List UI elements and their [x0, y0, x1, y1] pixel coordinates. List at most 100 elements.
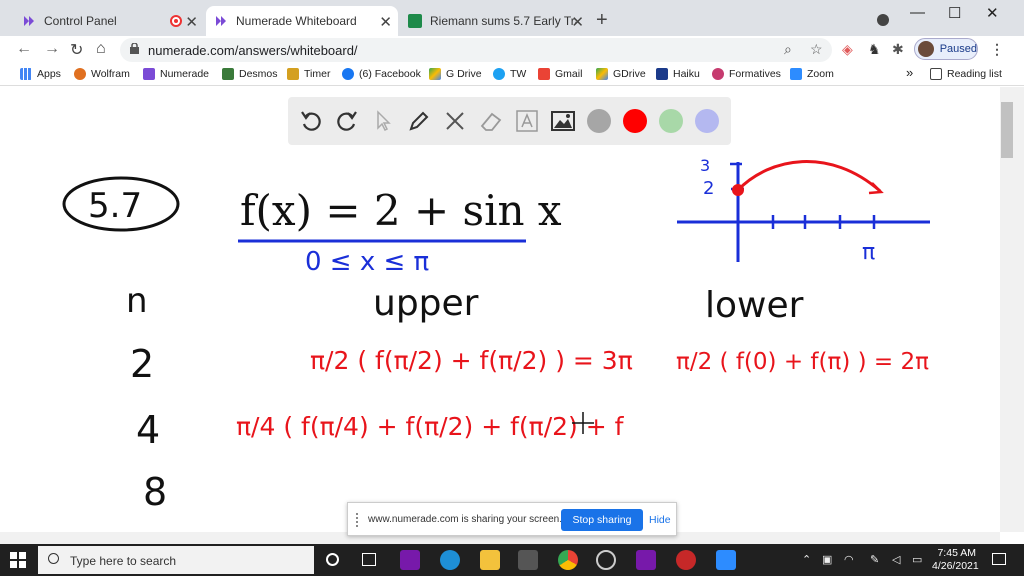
- numerade-logo-icon: [214, 14, 228, 28]
- row-n-value: 8: [143, 470, 167, 514]
- desmos-icon: [222, 68, 234, 80]
- home-icon[interactable]: ⌂: [96, 40, 106, 58]
- maximize-button[interactable]: ☐: [948, 4, 961, 22]
- onenote-icon[interactable]: [400, 550, 420, 570]
- onenote-icon[interactable]: [636, 550, 656, 570]
- search-icon: [48, 553, 59, 564]
- bookmarks-more-button[interactable]: »: [906, 65, 913, 80]
- tab-bar: Control Panel ✕ Numerade Whiteboard ✕ Ri…: [0, 0, 1024, 36]
- cortana-icon[interactable]: [326, 553, 339, 566]
- column-upper-header: upper: [373, 283, 479, 324]
- minimize-button[interactable]: —: [910, 4, 925, 21]
- row-n-value: 4: [136, 408, 160, 452]
- reading-list-icon: [930, 68, 942, 80]
- windows-start-icon[interactable]: [10, 552, 26, 568]
- timer-icon: [287, 68, 299, 80]
- bookmark-zoom[interactable]: Zoom: [790, 68, 834, 80]
- stop-sharing-button[interactable]: Stop sharing: [561, 509, 643, 531]
- row-upper-sum: π/2 ( f(π/2) + f(π/2) ) = 3π: [310, 346, 633, 375]
- app-icon[interactable]: [676, 550, 696, 570]
- file-explorer-icon[interactable]: [480, 550, 500, 570]
- graph-y-label-top: 3: [700, 156, 710, 175]
- task-view-icon[interactable]: [362, 553, 376, 566]
- zoom-icon[interactable]: ⌕: [784, 41, 792, 58]
- book-icon: [408, 14, 422, 28]
- bookmark-formatives[interactable]: Formatives: [712, 68, 781, 80]
- new-tab-button[interactable]: +: [596, 9, 608, 32]
- pen-tray-icon[interactable]: ✎: [870, 553, 879, 566]
- bookmark-timer[interactable]: Timer: [287, 68, 330, 80]
- column-n-header: n: [126, 281, 148, 321]
- menu-icon[interactable]: ⋮: [990, 41, 1004, 58]
- tab-numerade-whiteboard[interactable]: Numerade Whiteboard ✕: [206, 6, 398, 36]
- taskbar-clock[interactable]: 7:45 AM 4/26/2021: [932, 547, 979, 573]
- numerade-logo-icon: [22, 14, 36, 28]
- sine-graph: 3 2 π: [677, 156, 930, 265]
- tab-riemann-sums[interactable]: Riemann sums 5.7 Early Transcend ✕: [400, 6, 590, 36]
- bookmark-desmos[interactable]: Desmos: [222, 68, 278, 80]
- vertical-scroll-thumb[interactable]: [1001, 102, 1013, 158]
- taskbar-search[interactable]: Type here to search: [38, 546, 314, 574]
- profile-button[interactable]: Paused: [914, 38, 978, 60]
- apps-grid-icon: [20, 68, 32, 80]
- bookmark-gmail[interactable]: Gmail: [538, 68, 582, 80]
- media-app-icon[interactable]: [596, 550, 616, 570]
- windows-taskbar: Type here to search ⌃ ▣ ◠ ✎ ◁ ▭ 7:45 AM …: [0, 544, 1024, 576]
- bookmark-star-icon[interactable]: ☆: [810, 41, 823, 58]
- clock-date: 4/26/2021: [932, 560, 979, 572]
- tray-app-icon[interactable]: ▣: [822, 553, 832, 566]
- tab-title: Control Panel: [44, 14, 117, 28]
- reading-list-button[interactable]: Reading list: [930, 68, 1002, 80]
- share-message: www.numerade.com is sharing your screen.: [368, 514, 562, 525]
- tab-control-panel[interactable]: Control Panel ✕: [14, 6, 204, 36]
- notification-icon[interactable]: [992, 553, 1006, 565]
- bookmark-facebook[interactable]: (6) Facebook: [342, 68, 421, 80]
- gmail-icon: [538, 68, 550, 80]
- row-n-value: 2: [130, 342, 154, 386]
- puzzle-icon[interactable]: ✱: [892, 41, 904, 58]
- facebook-icon: [342, 68, 354, 80]
- reload-icon[interactable]: ↻: [70, 40, 83, 60]
- chrome-icon[interactable]: [558, 550, 578, 570]
- zoom-app-icon[interactable]: [716, 550, 736, 570]
- bookmark-apps[interactable]: Apps: [20, 68, 61, 80]
- bookmark-numerade[interactable]: Numerade: [143, 68, 209, 80]
- twitter-icon: [493, 68, 505, 80]
- bookmark-g-drive[interactable]: G Drive: [429, 68, 482, 80]
- edge-icon[interactable]: [440, 550, 460, 570]
- clock-time: 7:45 AM: [937, 547, 976, 559]
- bookmark-haiku[interactable]: Haiku: [656, 68, 700, 80]
- avatar: [918, 41, 934, 57]
- bookmark-wolfram[interactable]: Wolfram: [74, 68, 130, 80]
- screen-share-bar: www.numerade.com is sharing your screen.…: [347, 502, 677, 536]
- back-icon[interactable]: ←: [16, 40, 32, 58]
- battery-icon[interactable]: ▭: [912, 553, 922, 566]
- drive-icon: [596, 68, 608, 80]
- hide-share-bar-button[interactable]: Hide: [649, 514, 671, 526]
- forward-icon[interactable]: →: [44, 40, 60, 58]
- wifi-icon[interactable]: ◠: [844, 553, 854, 566]
- graph-y-label-mid: 2: [703, 178, 714, 199]
- pen-app-icon[interactable]: [518, 550, 538, 570]
- formative-icon: [712, 68, 724, 80]
- bookmark-tw[interactable]: TW: [493, 68, 526, 80]
- close-tab-icon[interactable]: ✕: [571, 13, 584, 31]
- extension-icon[interactable]: ◈: [842, 41, 853, 58]
- extension-icon[interactable]: ♞: [868, 41, 881, 58]
- drag-handle-icon[interactable]: [356, 513, 359, 527]
- close-window-button[interactable]: ✕: [986, 4, 999, 22]
- close-tab-icon[interactable]: ✕: [185, 13, 198, 31]
- whiteboard-canvas[interactable]: 5.7 f(x) = 2 + sin x 0 ≤ x ≤ π 3 2 π n u…: [0, 87, 1000, 532]
- domain-expression: 0 ≤ x ≤ π: [305, 247, 429, 277]
- taskbar-search-placeholder: Type here to search: [70, 554, 177, 568]
- row-lower-sum: π/2 ( f(0) + f(π) ) = 2π: [676, 349, 929, 375]
- volume-icon[interactable]: ◁: [892, 553, 900, 566]
- wolfram-icon: [74, 68, 86, 80]
- tab-search-icon[interactable]: [877, 14, 889, 26]
- haiku-icon: [656, 68, 668, 80]
- close-tab-icon[interactable]: ✕: [379, 13, 392, 31]
- tray-up-icon[interactable]: ⌃: [802, 553, 811, 566]
- bookmark-gdrive[interactable]: GDrive: [596, 68, 646, 80]
- address-bar[interactable]: numerade.com/answers/whiteboard/ ⌕ ☆: [120, 38, 832, 62]
- profile-status: Paused: [939, 43, 977, 55]
